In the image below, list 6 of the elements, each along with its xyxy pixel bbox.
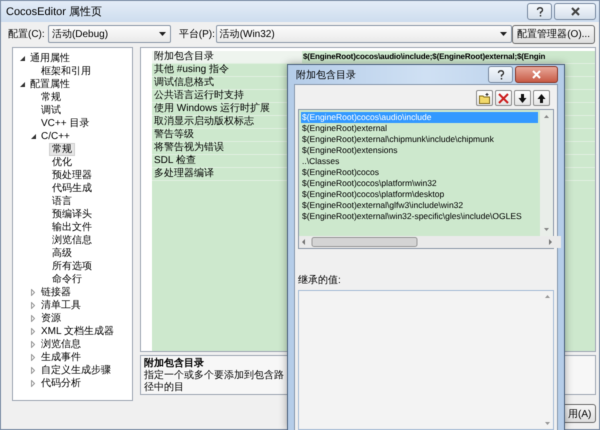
configuration-label: 配置(C): bbox=[8, 28, 46, 41]
description-text: 指定一个或多个要添加到包含路径中的目 bbox=[144, 370, 284, 394]
inherited-values-label: 继承的值: bbox=[298, 274, 342, 287]
platform-label: 平台(P): bbox=[178, 28, 216, 41]
description-title: 附加包含目录 bbox=[144, 358, 205, 370]
window-title: CocosEditor 属性页 bbox=[6, 5, 103, 19]
